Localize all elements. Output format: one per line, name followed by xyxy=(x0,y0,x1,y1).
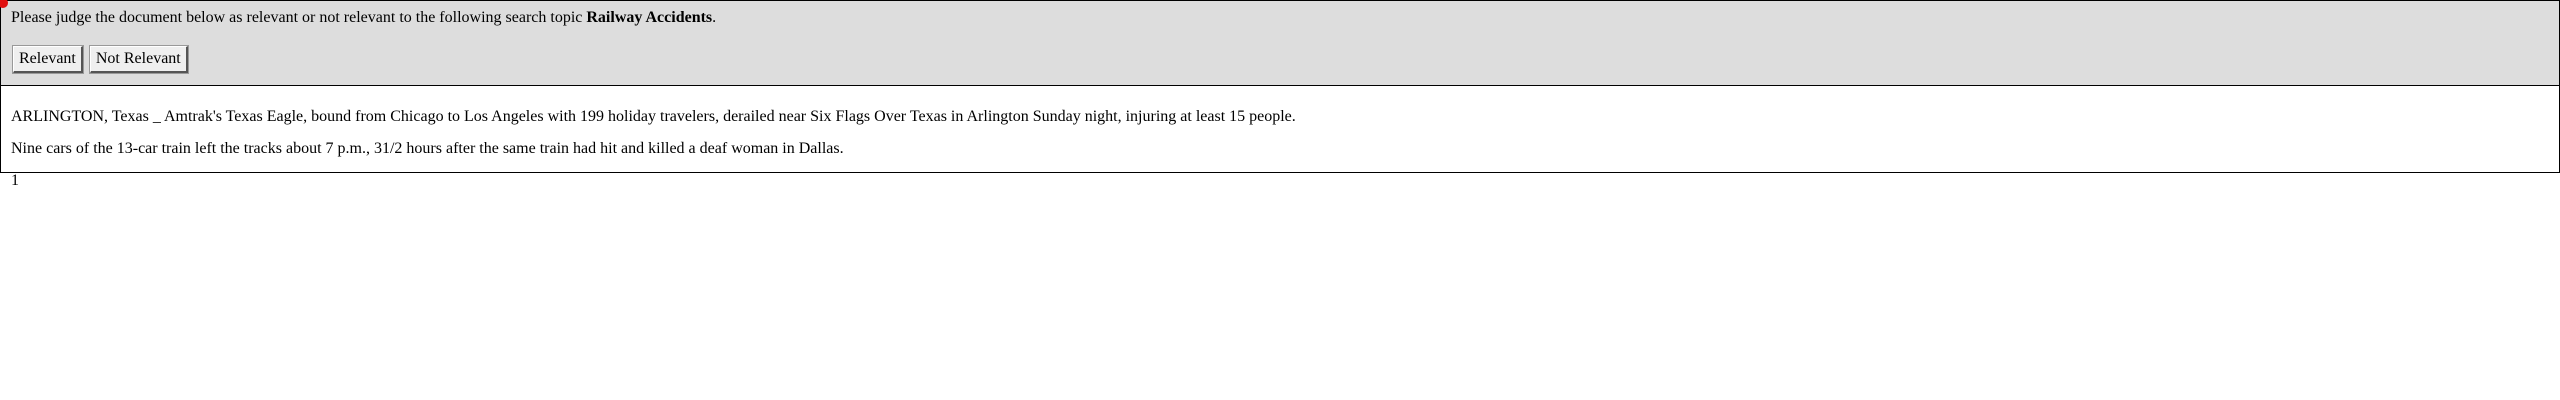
document-paragraph: Nine cars of the 13-car train left the t… xyxy=(11,140,844,157)
document-paragraph: ARLINGTON, Texas _ Amtrak's Texas Eagle,… xyxy=(11,108,1296,125)
judgment-prompt: Please judge the document below as relev… xyxy=(11,9,716,27)
search-topic: Railway Accidents xyxy=(586,9,713,26)
relevant-button[interactable]: Relevant xyxy=(12,45,84,74)
cursor-marker-icon xyxy=(0,0,8,8)
document-page-number: 1 xyxy=(11,172,19,189)
prompt-period: . xyxy=(712,9,717,26)
not-relevant-button[interactable]: Not Relevant xyxy=(88,45,189,74)
judgment-frame: Please judge the document below as relev… xyxy=(0,0,2560,189)
judgment-header: Please judge the document below as relev… xyxy=(0,0,2559,86)
judgment-buttons: Relevant Not Relevant xyxy=(12,45,189,74)
prompt-text: Please judge the document below as relev… xyxy=(11,9,587,26)
document-body: ARLINGTON, Texas _ Amtrak's Texas Eagle,… xyxy=(1,86,2559,189)
